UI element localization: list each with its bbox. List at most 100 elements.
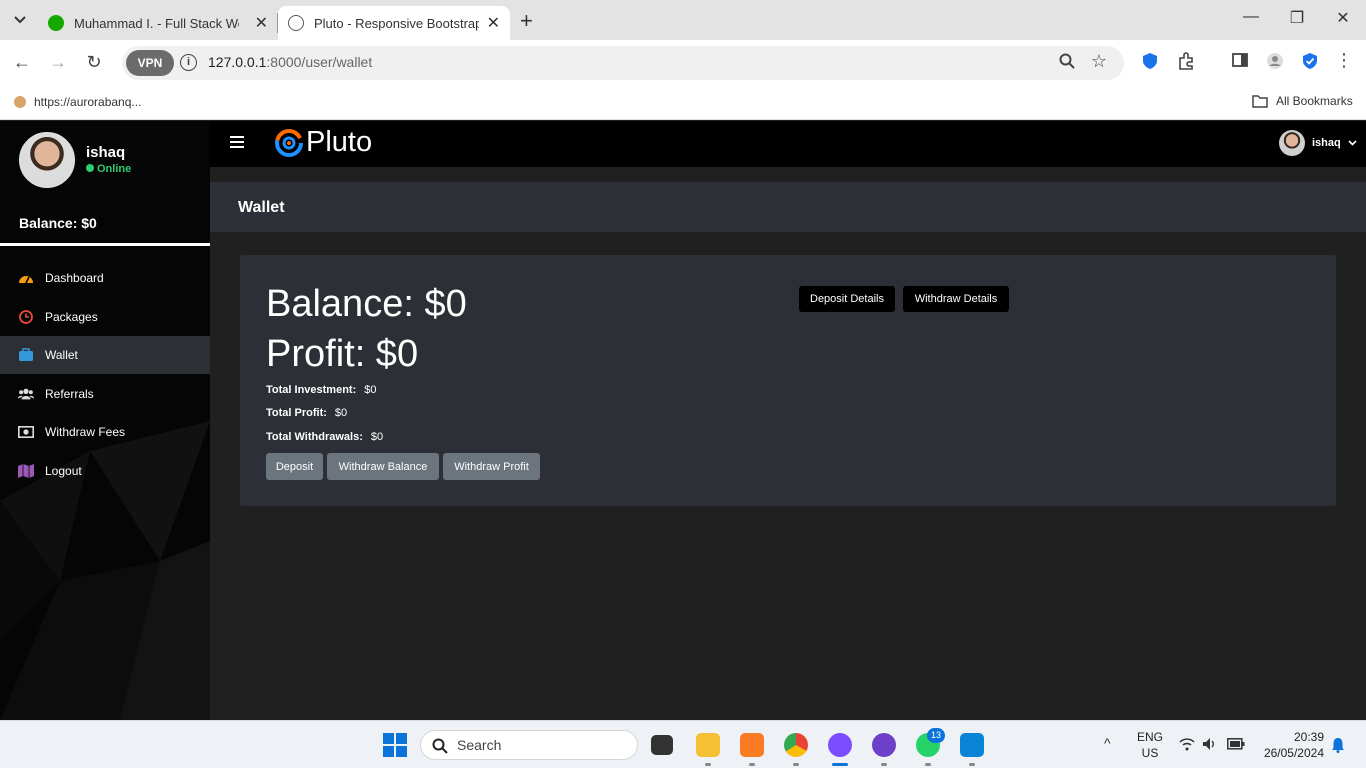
- windows-start-icon[interactable]: [383, 733, 407, 757]
- stat-label: Total Profit:: [266, 407, 327, 419]
- kebab-menu-icon[interactable]: ⋮: [1333, 50, 1355, 71]
- browser-tab-upwork[interactable]: Muhammad I. - Full Stack Web D ✕: [38, 6, 278, 40]
- sidebar-item-label: Packages: [45, 310, 98, 324]
- sidebar-item-referrals[interactable]: Referrals: [0, 375, 210, 413]
- online-status: Online: [86, 163, 131, 175]
- hamburger-menu-icon[interactable]: [230, 136, 244, 150]
- shield-extension-icon[interactable]: [1139, 52, 1161, 75]
- close-tab-icon[interactable]: ✕: [487, 13, 500, 33]
- profile-icon[interactable]: [1264, 52, 1286, 75]
- sidebar-divider: [0, 243, 210, 246]
- address-bar[interactable]: VPN i 127.0.0.1:8000/user/wallet ☆: [122, 46, 1124, 80]
- sidebar-item-withdraw-fees[interactable]: Withdraw Fees: [0, 413, 210, 451]
- sidebar-item-label: Logout: [45, 464, 82, 478]
- profit-heading: Profit: $0: [266, 333, 419, 375]
- deposit-details-button[interactable]: Deposit Details: [799, 286, 895, 312]
- url-text[interactable]: 127.0.0.1:8000/user/wallet: [208, 54, 372, 70]
- lang-code: ENG: [1136, 730, 1163, 744]
- withdraw-balance-button[interactable]: Withdraw Balance: [327, 453, 439, 480]
- clock-time: 20:39: [1293, 730, 1324, 744]
- page-header: Wallet: [210, 182, 1366, 232]
- brand-logo-text[interactable]: Pluto: [306, 126, 372, 159]
- clock-icon: [18, 310, 34, 324]
- topbar-avatar[interactable]: [1279, 130, 1305, 156]
- sidebar-item-label: Referrals: [45, 387, 94, 401]
- running-indicator: [969, 763, 975, 766]
- notification-bell-icon[interactable]: [1331, 737, 1345, 753]
- forward-icon[interactable]: →: [46, 52, 70, 73]
- close-tab-icon[interactable]: ✕: [255, 13, 268, 33]
- bookmark-favicon-icon: [14, 96, 26, 108]
- site-info-icon[interactable]: i: [180, 54, 197, 71]
- sidebar-item-label: Withdraw Fees: [45, 425, 126, 439]
- stat-value: $0: [370, 431, 384, 443]
- sidebar-item-dashboard[interactable]: Dashboard: [0, 259, 210, 297]
- bookmark-label: https://aurorabanq...: [34, 95, 142, 109]
- tab-search-button[interactable]: [8, 8, 32, 32]
- reload-icon[interactable]: ↻: [82, 52, 106, 73]
- back-icon[interactable]: ←: [10, 52, 34, 73]
- taskbar-search[interactable]: Search: [420, 730, 638, 760]
- url-host: 127.0.0.1: [208, 54, 267, 70]
- stat-label: Total Investment:: [266, 384, 357, 396]
- deposit-button[interactable]: Deposit: [266, 453, 323, 480]
- file-explorer-icon[interactable]: [696, 733, 720, 757]
- vscode-icon[interactable]: [960, 733, 984, 757]
- battery-icon[interactable]: [1227, 738, 1245, 750]
- sidebar-username: ishaq: [86, 144, 126, 161]
- stat-total-profit: Total Profit: $0: [266, 407, 347, 419]
- pluto-logo-icon: [275, 129, 303, 157]
- clock-date: 26/05/2024: [1263, 746, 1324, 760]
- volume-icon[interactable]: [1202, 737, 1216, 751]
- withdraw-profit-button[interactable]: Withdraw Profit: [443, 453, 540, 480]
- restore-icon[interactable]: ❐: [1282, 8, 1312, 28]
- chevron-down-icon: [1348, 140, 1357, 146]
- xampp-icon[interactable]: [740, 733, 764, 757]
- browser-toolbar: ← → ↻ VPN i 127.0.0.1:8000/user/wallet ☆…: [0, 40, 1366, 86]
- star-bookmark-icon[interactable]: ☆: [1088, 51, 1110, 72]
- running-indicator: [793, 763, 799, 766]
- all-bookmarks-button[interactable]: All Bookmarks: [1252, 94, 1353, 108]
- globe-icon: [288, 15, 304, 31]
- chrome-icon[interactable]: [784, 733, 808, 757]
- wifi-icon[interactable]: [1179, 737, 1195, 751]
- chevron-down-icon: [14, 16, 26, 24]
- puzzle-extensions-icon[interactable]: [1175, 52, 1197, 75]
- new-tab-button[interactable]: +: [520, 8, 533, 34]
- sidebar-item-label: Wallet: [45, 348, 78, 362]
- withdraw-details-button[interactable]: Withdraw Details: [903, 286, 1009, 312]
- browser-tab-pluto[interactable]: Pluto - Responsive Bootstrap Ad ✕: [278, 6, 510, 40]
- github-desktop-icon[interactable]: [872, 733, 896, 757]
- task-view-icon[interactable]: [651, 735, 673, 755]
- search-placeholder: Search: [457, 737, 502, 753]
- main-content: Wallet Balance: $0 Profit: $0 Total Inve…: [210, 167, 1366, 720]
- tab-title: Muhammad I. - Full Stack Web D: [74, 15, 239, 31]
- stat-total-investment: Total Investment: $0: [266, 384, 377, 396]
- bookmark-item[interactable]: https://aurorabanq...: [14, 95, 141, 109]
- sidebar-item-wallet[interactable]: Wallet: [0, 336, 210, 374]
- minimize-icon[interactable]: —: [1236, 8, 1266, 26]
- stat-total-withdrawals: Total Withdrawals: $0: [266, 431, 383, 443]
- language-indicator[interactable]: ENG US: [1134, 729, 1166, 761]
- chevron-up-icon[interactable]: ^: [1104, 735, 1111, 751]
- wallet-card: Balance: $0 Profit: $0 Total Investment:…: [240, 255, 1336, 506]
- whatsapp-badge: 13: [927, 728, 945, 743]
- topbar-username: ishaq: [1312, 137, 1341, 149]
- zoom-search-icon[interactable]: [1056, 53, 1078, 74]
- sidebar-item-packages[interactable]: Packages: [0, 298, 210, 336]
- app-topbar: Pluto ishaq: [210, 121, 1366, 167]
- side-panel-icon[interactable]: [1229, 52, 1251, 73]
- active-indicator: [832, 763, 848, 766]
- system-clock[interactable]: 20:39 26/05/2024: [1254, 729, 1324, 761]
- folder-icon: [1252, 95, 1268, 108]
- vpn-button[interactable]: VPN: [126, 50, 174, 76]
- sidebar-item-logout[interactable]: Logout: [0, 452, 210, 490]
- user-avatar[interactable]: [19, 132, 75, 188]
- security-check-icon[interactable]: [1299, 52, 1321, 75]
- stat-label: Total Withdrawals:: [266, 431, 363, 443]
- close-window-icon[interactable]: ✕: [1328, 8, 1358, 28]
- browser-app-icon[interactable]: [828, 733, 852, 757]
- user-menu-dropdown[interactable]: ishaq: [1312, 137, 1357, 149]
- lang-region: US: [1141, 746, 1159, 760]
- sidebar: ishaq Online Balance: $0 Dashboard Packa…: [0, 121, 210, 720]
